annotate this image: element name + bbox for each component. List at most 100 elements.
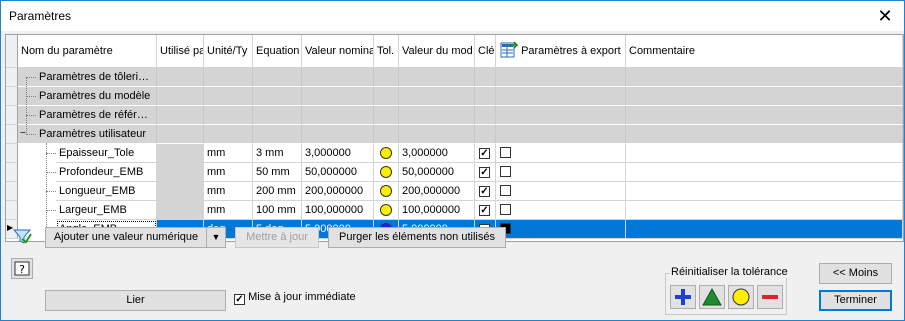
- key-checkbox[interactable]: ✓: [479, 148, 490, 159]
- key-checkbox[interactable]: ✓: [479, 205, 490, 216]
- key-cell[interactable]: ✓: [475, 163, 496, 182]
- key-cell[interactable]: ✓: [475, 201, 496, 220]
- model-value-cell: 3,000000: [399, 144, 475, 163]
- close-icon[interactable]: ✕: [872, 4, 898, 28]
- col-header-used-by[interactable]: Utilisé pa: [157, 35, 204, 68]
- key-cell[interactable]: ✓: [475, 182, 496, 201]
- help-icon[interactable]: ?: [11, 258, 33, 279]
- row-header[interactable]: [6, 125, 18, 144]
- comment-cell[interactable]: [626, 182, 903, 201]
- circle-icon: [732, 288, 750, 306]
- comment-cell[interactable]: [626, 220, 903, 239]
- tolerance-circle-icon: [380, 147, 392, 159]
- col-header-equation[interactable]: Equation: [253, 35, 302, 68]
- update-button[interactable]: Mettre à jour: [235, 227, 319, 248]
- unit-cell[interactable]: mm: [204, 201, 253, 220]
- col-header-nominal[interactable]: Valeur nomina: [302, 35, 374, 68]
- row-header[interactable]: [6, 68, 18, 87]
- export-cell[interactable]: [496, 201, 626, 220]
- param-name-cell[interactable]: Profondeur_EMB: [56, 163, 157, 182]
- group-cell: [626, 125, 903, 144]
- tolerance-cell[interactable]: [374, 182, 399, 201]
- equation-cell[interactable]: 50 mm: [253, 163, 302, 182]
- add-numeric-button[interactable]: Ajouter une valeur numérique: [45, 227, 206, 248]
- less-button[interactable]: << Moins: [819, 263, 892, 284]
- tolerance-circle-icon: [380, 185, 392, 197]
- tolerance-cell[interactable]: [374, 144, 399, 163]
- tree-line: [26, 134, 36, 135]
- export-checkbox[interactable]: [500, 204, 511, 215]
- equation-cell[interactable]: 100 mm: [253, 201, 302, 220]
- unit-cell[interactable]: mm: [204, 182, 253, 201]
- plus-icon: [675, 289, 691, 305]
- param-name-cell[interactable]: Epaisseur_Tole: [56, 144, 157, 163]
- group-cell: [157, 87, 204, 106]
- group-cell: [626, 68, 903, 87]
- group-row-label[interactable]: Paramètres du modèle: [18, 87, 157, 106]
- export-cell[interactable]: [496, 220, 626, 239]
- group-row-label[interactable]: Paramètres de référ…: [18, 106, 157, 125]
- param-name-cell[interactable]: Largeur_EMB: [56, 201, 157, 220]
- export-cell[interactable]: [496, 144, 626, 163]
- row-header[interactable]: [6, 163, 18, 182]
- comment-cell[interactable]: [626, 144, 903, 163]
- export-checkbox[interactable]: [500, 166, 511, 177]
- link-button[interactable]: Lier: [45, 290, 226, 311]
- export-checkbox[interactable]: [500, 185, 511, 196]
- group-row-label[interactable]: − Paramètres utilisateur: [18, 125, 157, 144]
- immediate-update-check[interactable]: ✓: [234, 294, 245, 305]
- tolerance-upper-button[interactable]: [670, 285, 696, 309]
- tolerance-nominal-up-button[interactable]: [699, 285, 725, 309]
- finish-button[interactable]: Terminer: [819, 290, 892, 311]
- row-header[interactable]: [6, 201, 18, 220]
- row-header[interactable]: [6, 106, 18, 125]
- col-header-comment[interactable]: Commentaire: [626, 35, 903, 68]
- group-cell: [496, 125, 626, 144]
- col-header-export-label: Paramètres à export: [521, 45, 621, 57]
- group-cell: [399, 87, 475, 106]
- row-header[interactable]: [6, 144, 18, 163]
- tolerance-lower-button[interactable]: [757, 285, 783, 309]
- key-checkbox[interactable]: ✓: [479, 186, 490, 197]
- comment-cell[interactable]: [626, 163, 903, 182]
- collapse-icon[interactable]: −: [20, 125, 26, 143]
- filter-icon[interactable]: [11, 226, 33, 247]
- svg-text:?: ?: [19, 263, 25, 276]
- group-row-label[interactable]: Paramètres de tôleri…: [18, 68, 157, 87]
- col-header-name[interactable]: Nom du paramètre: [18, 35, 157, 68]
- param-name-cell[interactable]: Longueur_EMB: [56, 182, 157, 201]
- title-bar: Paramètres ✕: [1, 1, 904, 31]
- key-cell[interactable]: ✓: [475, 144, 496, 163]
- tolerance-median-button[interactable]: [728, 285, 754, 309]
- col-header-tol[interactable]: Tol.: [374, 35, 399, 68]
- nominal-value-cell: 100,000000: [302, 201, 374, 220]
- export-icon: [500, 40, 519, 58]
- group-cell: [204, 106, 253, 125]
- unit-cell[interactable]: mm: [204, 144, 253, 163]
- col-header-key[interactable]: Clé: [475, 35, 496, 68]
- key-checkbox[interactable]: ✓: [479, 167, 490, 178]
- tolerance-cell[interactable]: [374, 163, 399, 182]
- tree-line: [46, 143, 47, 231]
- comment-cell[interactable]: [626, 201, 903, 220]
- unit-cell[interactable]: mm: [204, 163, 253, 182]
- export-cell[interactable]: [496, 163, 626, 182]
- row-header[interactable]: [6, 182, 18, 201]
- group-cell: [204, 87, 253, 106]
- equation-cell[interactable]: 200 mm: [253, 182, 302, 201]
- col-header-unit[interactable]: Unité/Ty: [204, 35, 253, 68]
- tolerance-label: Réinitialiser la tolérance: [669, 266, 790, 278]
- row-header[interactable]: [6, 87, 18, 106]
- purge-unused-button[interactable]: Purger les éléments non utilisés: [328, 227, 506, 248]
- col-header-export[interactable]: Paramètres à export: [496, 35, 626, 68]
- group-cell: [374, 87, 399, 106]
- add-numeric-dropdown[interactable]: ▼: [206, 227, 226, 248]
- parameters-grid[interactable]: Nom du paramètre Utilisé pa Unité/Ty Equ…: [5, 34, 904, 242]
- tolerance-cell[interactable]: [374, 201, 399, 220]
- equation-cell[interactable]: 3 mm: [253, 144, 302, 163]
- export-checkbox[interactable]: [500, 147, 511, 158]
- export-cell[interactable]: [496, 182, 626, 201]
- col-header-model-value[interactable]: Valeur du mod: [399, 35, 475, 68]
- immediate-update-checkbox[interactable]: ✓ Mise à jour immédiate: [234, 291, 356, 305]
- corner-header: [6, 35, 18, 68]
